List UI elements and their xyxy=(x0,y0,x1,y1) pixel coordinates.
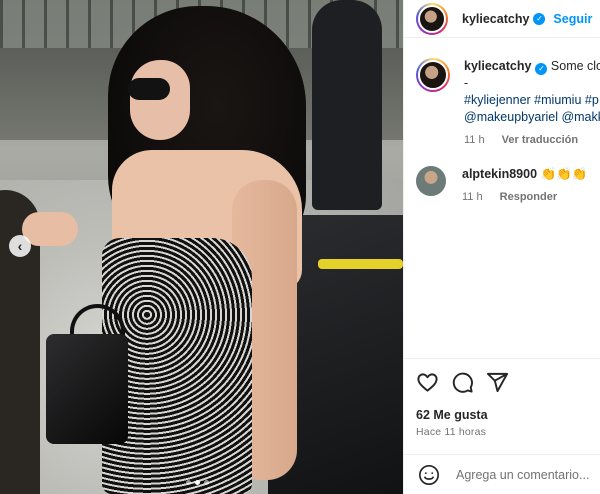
caption-hashtags[interactable]: #kyliejenner #miumiu #p xyxy=(464,92,600,109)
emoji-icon[interactable] xyxy=(418,464,440,486)
carousel-dot xyxy=(186,480,191,485)
comment-time: 11 h xyxy=(462,191,483,203)
post-side-panel: kyliecatchy ✓ Seguir kyliecatchy ✓ Some c… xyxy=(403,0,600,494)
subject-face xyxy=(130,60,190,140)
caption-time: 11 h xyxy=(464,134,485,146)
comment-text: 👏👏👏 xyxy=(540,167,588,181)
add-comment-bar: Agrega un comentario... xyxy=(404,454,600,494)
post-caption: kyliecatchy ✓ Some close - #kyliejenner #… xyxy=(416,58,600,146)
translate-button[interactable]: Ver traducción xyxy=(502,134,578,146)
author-username[interactable]: kyliecatchy xyxy=(462,12,529,26)
caption-line2: - xyxy=(464,76,469,90)
comment-icon[interactable] xyxy=(451,371,474,394)
post-timestamp: Hace 11 horas xyxy=(416,426,487,438)
reply-button[interactable]: Responder xyxy=(500,191,557,203)
carousel-prev-button[interactable]: ‹ xyxy=(9,235,31,257)
commenter-avatar[interactable] xyxy=(416,166,446,196)
post-actions: 62 Me gusta Hace 11 horas xyxy=(404,358,600,438)
share-icon[interactable] xyxy=(486,371,509,394)
sunglasses xyxy=(128,78,170,100)
heart-icon[interactable] xyxy=(416,371,439,394)
caption-username[interactable]: kyliecatchy xyxy=(464,59,531,73)
follow-button[interactable]: Seguir xyxy=(553,12,592,26)
subject-hand xyxy=(22,212,78,246)
carousel-dots xyxy=(186,480,209,485)
verified-icon: ✓ xyxy=(533,12,546,25)
caption-avatar[interactable] xyxy=(416,58,450,92)
comment-item: alptekin8900 👏👏👏 11 h Responder xyxy=(416,166,600,203)
caption-mentions[interactable]: @makeupbyariel @makk xyxy=(464,109,600,126)
carousel-dot-active xyxy=(195,480,200,485)
chevron-left-icon: ‹ xyxy=(17,238,23,254)
handbag xyxy=(46,334,128,444)
post-header: kyliecatchy ✓ Seguir xyxy=(404,0,600,38)
carousel-dot xyxy=(204,480,209,485)
author-avatar[interactable] xyxy=(416,2,448,35)
post-photo[interactable]: ‹ xyxy=(0,0,403,494)
commenter-username[interactable]: alptekin8900 xyxy=(462,167,537,181)
caption-text: Some close xyxy=(550,59,600,73)
likes-count[interactable]: 62 Me gusta xyxy=(416,408,600,422)
verified-icon: ✓ xyxy=(535,63,548,75)
background-person xyxy=(312,0,382,210)
comment-input[interactable]: Agrega un comentario... xyxy=(456,468,589,482)
